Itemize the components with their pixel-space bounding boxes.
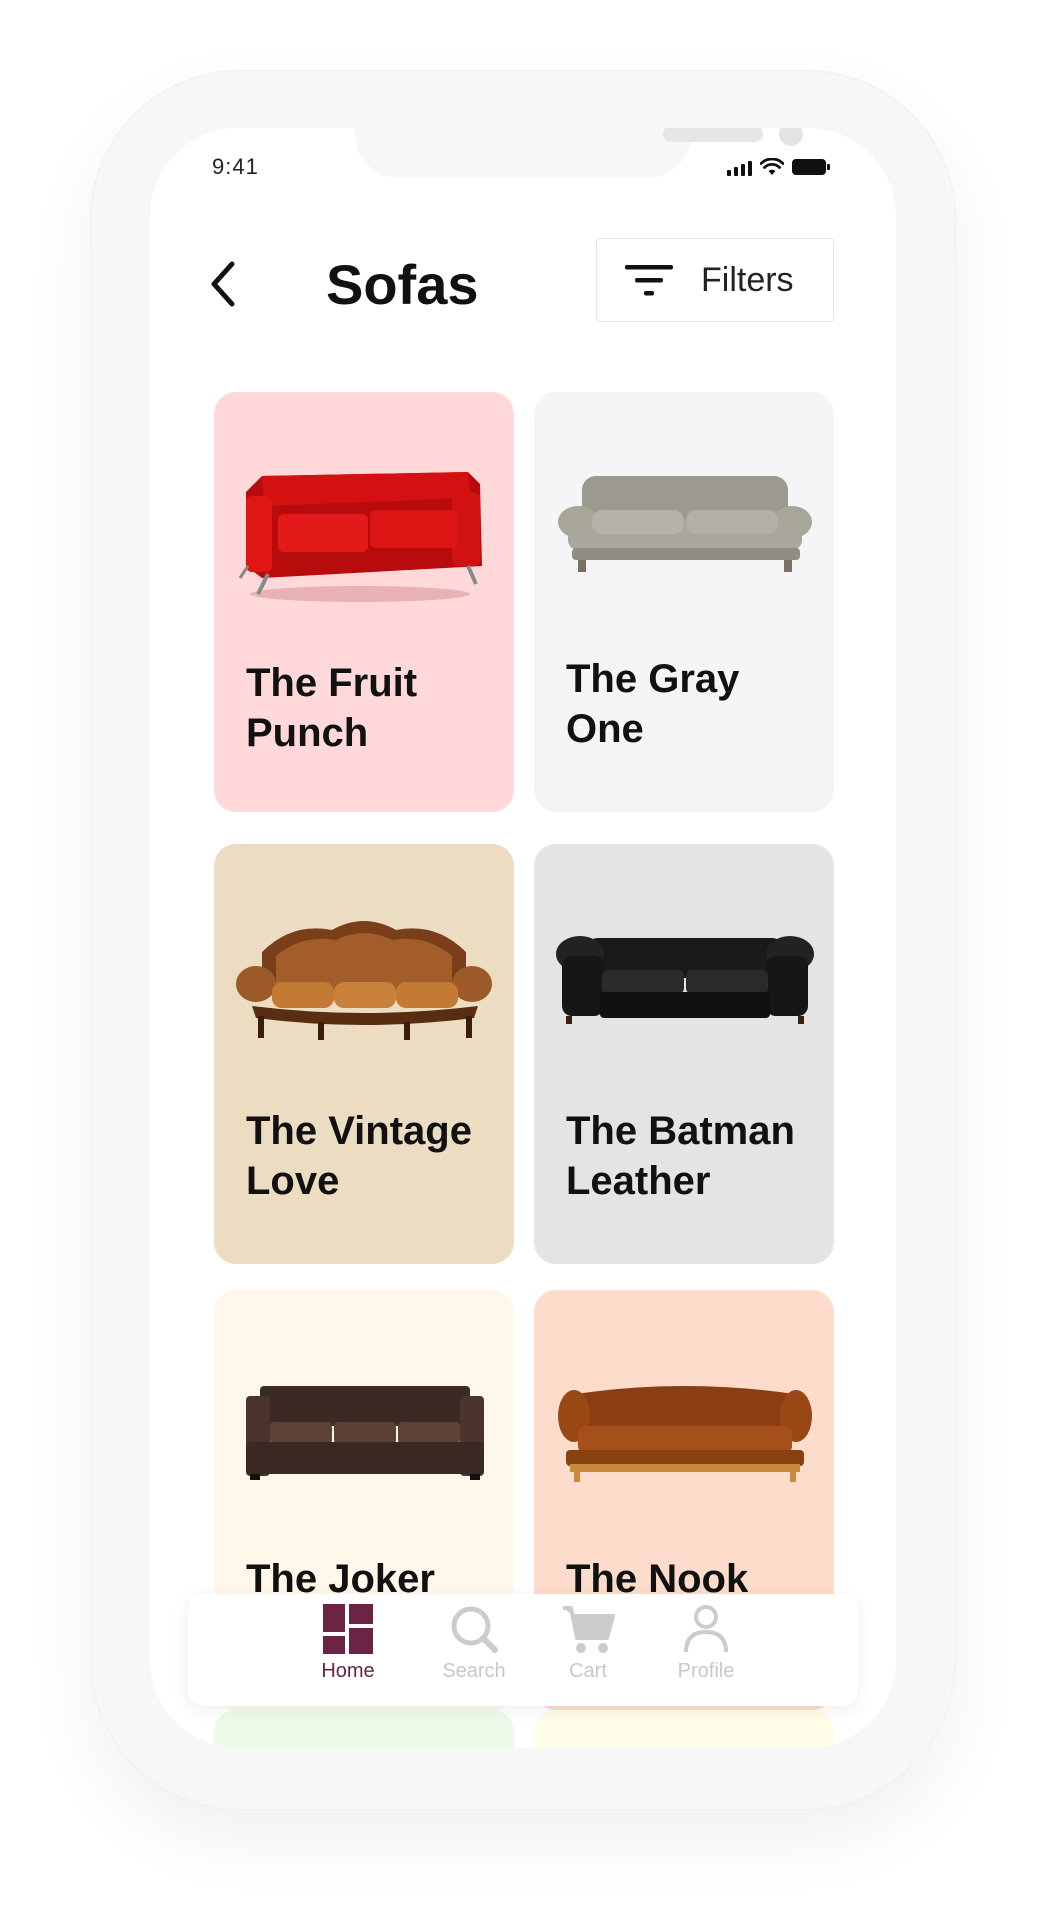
stage: 9:41 Sofas Filters The Fruit Punch The G… <box>0 0 1046 1920</box>
battery-icon <box>792 158 832 176</box>
product-card-peek[interactable] <box>214 1710 514 1748</box>
person-icon <box>684 1605 728 1653</box>
filters-button[interactable]: Filters <box>596 238 834 322</box>
signal-icon <box>727 160 752 176</box>
page-title: Sofas <box>326 253 479 316</box>
product-card[interactable]: The Gray One <box>534 392 834 812</box>
nav-label: Profile <box>677 1660 735 1682</box>
product-card[interactable]: The Fruit Punch <box>214 392 514 812</box>
wifi-icon <box>760 158 784 176</box>
chevron-left-icon <box>211 261 235 307</box>
back-button[interactable] <box>200 256 244 312</box>
nav-label: Cart <box>569 1660 607 1682</box>
nav-item-search[interactable]: Search <box>424 1604 524 1700</box>
nav-item-home[interactable]: Home <box>298 1604 398 1700</box>
product-name: The Vintage Love <box>246 1109 472 1203</box>
grid-home-icon <box>323 1604 373 1654</box>
notch <box>355 128 803 178</box>
nav-item-cart[interactable]: Cart <box>538 1604 638 1700</box>
status-time: 9:41 <box>212 154 259 179</box>
gray-fabric-sofa-image <box>558 476 812 572</box>
black-chesterfield-sofa-image <box>556 936 814 1024</box>
nav-label: Home <box>321 1660 375 1682</box>
product-card-peek[interactable] <box>534 1710 834 1748</box>
phone-screen: 9:41 Sofas Filters The Fruit Punch The G… <box>150 128 896 1748</box>
bottom-nav: Home Search Cart Profile <box>188 1594 858 1706</box>
rust-velvet-sofa-image <box>558 1386 812 1482</box>
front-camera <box>779 128 803 146</box>
search-icon <box>451 1606 498 1653</box>
filter-icon <box>625 263 673 297</box>
red-leather-sofa-image <box>238 472 482 602</box>
header: Sofas Filters <box>150 238 896 328</box>
product-name: The Gray One <box>566 657 740 751</box>
status-icons <box>727 154 832 176</box>
speaker-grill <box>663 128 763 142</box>
nav-item-profile[interactable]: Profile <box>656 1604 756 1700</box>
vintage-tufted-sofa-image <box>236 921 492 1040</box>
dark-brown-leather-sofa-image <box>246 1386 484 1480</box>
nav-label: Search <box>442 1660 506 1682</box>
product-name: The Batman Leather <box>566 1109 795 1203</box>
product-card[interactable]: The Batman Leather <box>534 844 834 1264</box>
product-card[interactable]: The Vintage Love <box>214 844 514 1264</box>
product-name: The Fruit Punch <box>246 661 418 755</box>
filters-label: Filters <box>701 260 794 299</box>
cart-icon <box>563 1606 615 1653</box>
